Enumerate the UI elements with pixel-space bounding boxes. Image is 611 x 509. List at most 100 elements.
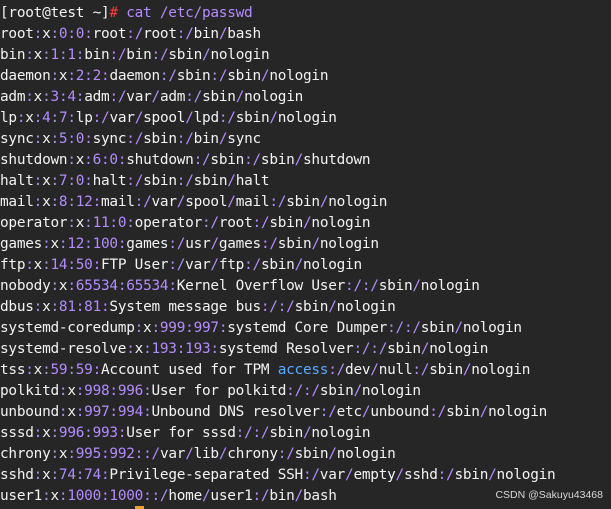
passwd-field-uid: 11: [92, 215, 110, 231]
passwd-field-username: sshd: [0, 467, 34, 483]
prompt-user: root: [8, 5, 43, 21]
passwd-line: systemd-resolve:x:193:193:systemd Resolv…: [0, 341, 489, 357]
passwd-field-gecos: sync: [92, 131, 127, 147]
passwd-line: sssd:x:996:993:User for sssd:/:/sbin/nol…: [0, 425, 371, 441]
passwd-field-username: daemon: [0, 68, 51, 84]
passwd-field-password: x: [75, 152, 85, 168]
passwd-line: shutdown:x:6:0:shutdown:/sbin:/sbin/shut…: [0, 152, 371, 168]
passwd-field-home: /: [269, 299, 278, 315]
passwd-field-home: /usr/games: [176, 236, 261, 252]
passwd-line: halt:x:7:0:halt:/sbin:/sbin/halt: [0, 173, 270, 189]
passwd-field-gid: 0: [75, 26, 85, 42]
passwd-field-shell: /sbin/nologin: [370, 278, 480, 294]
passwd-field-shell: /sbin/nologin: [218, 68, 329, 84]
passwd-line: sshd:x:74:74:Privilege-separated SSH:/va…: [0, 467, 556, 483]
passwd-field-username: ftp: [0, 257, 26, 273]
passwd-field-gecos: root: [92, 26, 127, 42]
passwd-field-shell: /sbin/nologin: [286, 446, 396, 462]
passwd-field-gid: 59: [75, 362, 93, 378]
passwd-line: tss:x:59:59:Account used for TPM access:…: [0, 362, 531, 378]
passwd-field-uid: 995: [75, 446, 102, 462]
passwd-field-shell: /sbin/nologin: [311, 383, 421, 399]
passwd-line: lp:x:4:7:lp:/var/spool/lpd:/sbin/nologin: [0, 110, 337, 126]
passwd-field-password: x: [25, 110, 34, 126]
passwd-field-shell: /bin/bash: [185, 26, 261, 42]
passwd-field-gecos: System message bus: [109, 299, 261, 315]
prompt-at: @: [42, 5, 51, 21]
passwd-line: systemd-coredump:x:999:997:systemd Core …: [0, 320, 522, 336]
prompt-path: ~: [84, 5, 102, 21]
passwd-field-username: root: [0, 26, 34, 42]
passwd-field-uid: 74: [58, 467, 76, 483]
passwd-field-password: x: [42, 26, 51, 42]
passwd-line: sync:x:5:0:sync:/sbin:/bin/sync: [0, 131, 261, 147]
passwd-field-gecos: Privilege-separated SSH: [109, 467, 303, 483]
passwd-field-uid: 81: [58, 299, 76, 315]
passwd-field-gecos: lp: [75, 110, 93, 126]
passwd-field-username: operator: [0, 215, 68, 231]
passwd-field-home: /: [294, 383, 304, 399]
passwd-field-shell: /sbin/nologin: [193, 89, 304, 105]
passwd-field-home: /sbin: [168, 68, 211, 84]
passwd-field-password: x: [33, 257, 43, 273]
passwd-field-username: lp: [0, 110, 17, 126]
passwd-line: chrony:x:995:992::/var/lib/chrony:/sbin/…: [0, 446, 396, 462]
passwd-field-password: x: [50, 488, 60, 504]
passwd-field-home: /sbin: [134, 173, 177, 189]
passwd-field-username: nobody: [0, 278, 51, 294]
passwd-line: adm:x:3:4:adm:/var/adm:/sbin/nologin: [0, 89, 304, 105]
passwd-line: dbus:x:81:81:System message bus:/:/sbin/…: [0, 299, 396, 315]
passwd-field-uid: 3: [50, 89, 60, 105]
passwd-field-username: games: [0, 236, 43, 252]
passwd-field-uid: 12: [67, 236, 85, 252]
passwd-field-home: /home/user1: [159, 488, 253, 504]
passwd-field-uid: 999: [159, 320, 186, 336]
passwd-field-password: x: [42, 173, 51, 189]
passwd-field-uid: 59: [50, 362, 68, 378]
passwd-field-home: /var/spool/mail: [143, 194, 270, 210]
passwd-field-uid: 4: [42, 110, 51, 126]
passwd-field-gecos: games: [126, 236, 169, 252]
passwd-field-uid: 14: [50, 257, 68, 273]
passwd-field-shell: /sbin/nologin: [269, 236, 379, 252]
passwd-field-gid: 997: [193, 320, 220, 336]
passwd-field-gid: 0: [75, 173, 85, 189]
passwd-field-username: dbus: [0, 299, 34, 315]
terminal-output[interactable]: [root@test ~]# cat /etc/passwd root:x:0:…: [0, 3, 611, 507]
passwd-field-username: polkitd: [0, 383, 59, 399]
passwd-field-shell: /sbin/nologin: [412, 320, 522, 336]
passwd-field-home: /var/empty/sshd: [311, 467, 438, 483]
passwd-field-gecos: Unbound DNS resolver: [151, 404, 321, 420]
passwd-field-shell: /sbin/nologin: [227, 110, 337, 126]
passwd-line: ftp:x:14:50:FTP User:/var/ftp:/sbin/nolo…: [0, 257, 362, 273]
passwd-field-shell: /sbin/nologin: [260, 215, 371, 231]
passwd-field-home: /var/lib/chrony: [151, 446, 279, 462]
passwd-field-shell: /sbin/nologin: [159, 47, 270, 63]
passwd-field-gecos: bin: [84, 47, 110, 63]
passwd-field-gid: 100: [92, 236, 119, 252]
passwd-line: games:x:12:100:games:/usr/games:/sbin/no…: [0, 236, 379, 252]
passwd-field-home: /root: [210, 215, 253, 231]
passwd-field-gid: 0: [109, 152, 118, 168]
passwd-field-shell: /sbin/nologin: [277, 194, 388, 210]
passwd-field-shell: /sbin/nologin: [260, 425, 371, 441]
passwd-field-username: chrony: [0, 446, 51, 462]
passwd-field-gecos: adm: [84, 89, 110, 105]
passwd-field-username: adm: [0, 89, 26, 105]
passwd-field-username: tss: [0, 362, 26, 378]
passwd-field-username: halt: [0, 173, 34, 189]
passwd-field-uid: 996: [58, 425, 85, 441]
passwd-field-username: systemd-coredump: [0, 320, 135, 336]
passwd-field-username: systemd-resolve: [0, 341, 127, 357]
passwd-field-gecos: halt: [92, 173, 127, 189]
passwd-field-shell: /sbin/nologin: [446, 467, 556, 483]
passwd-field-uid: 65534: [75, 278, 118, 294]
passwd-field-uid: 193: [151, 341, 177, 357]
passwd-field-gid: 65534: [126, 278, 169, 294]
passwd-field-uid: 998: [84, 383, 110, 399]
passwd-field-gid: 193: [185, 341, 211, 357]
passwd-field-shell: /bin/sync: [185, 131, 261, 147]
passwd-field-username: bin: [0, 47, 26, 63]
passwd-field-home: /var/adm: [117, 89, 186, 105]
passwd-field-gecos: shutdown: [126, 152, 194, 168]
